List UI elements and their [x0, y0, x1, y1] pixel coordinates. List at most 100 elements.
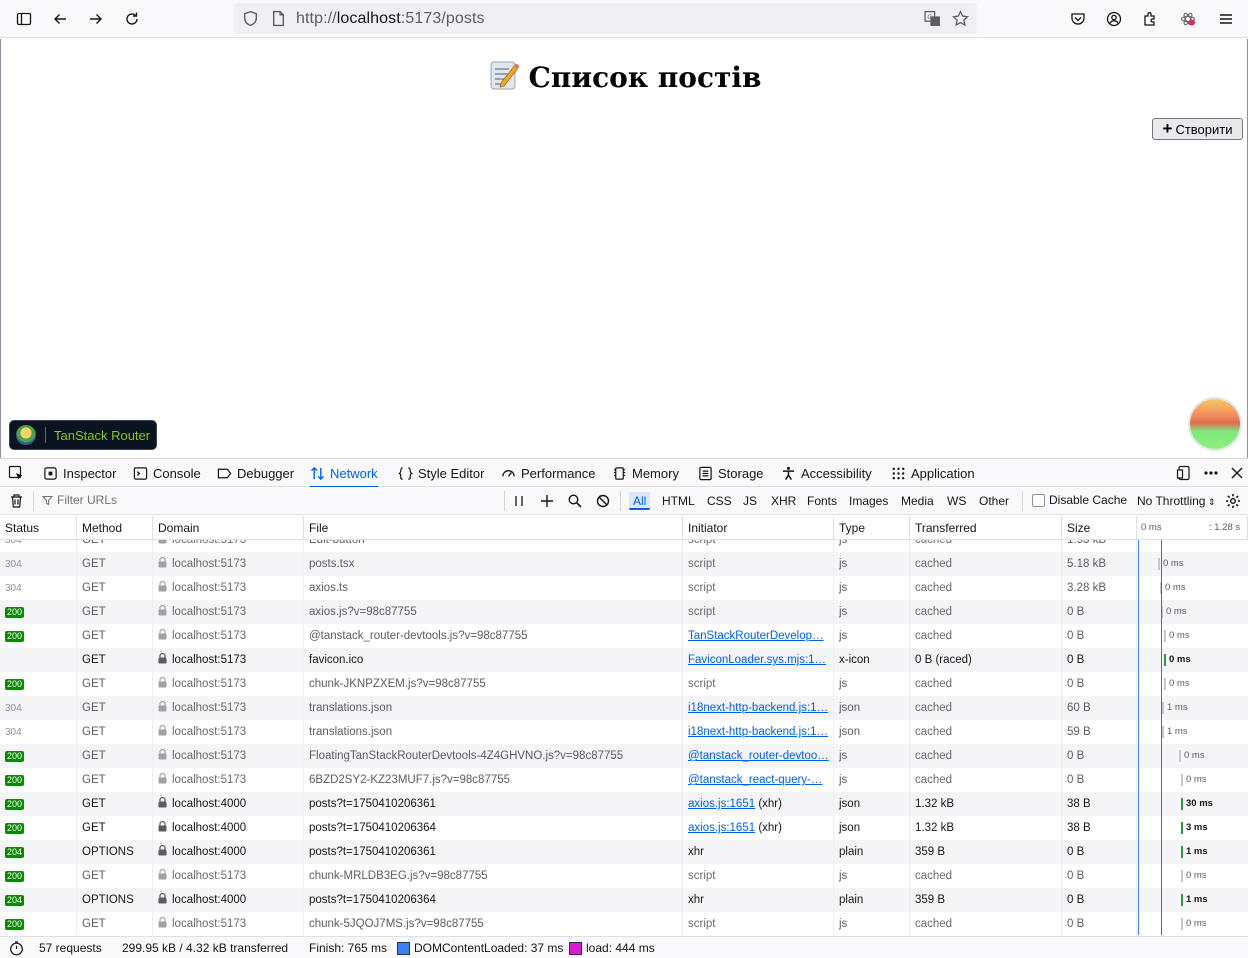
initiator-cell[interactable]: axios.js:1651 (xhr): [683, 816, 834, 840]
filter-other[interactable]: Other: [975, 492, 1013, 510]
column-header-transferred[interactable]: Transferred: [910, 516, 1062, 540]
responsive-design-icon[interactable]: [1176, 465, 1192, 481]
request-row[interactable]: 304 GET localhost:5173 Edit-button script js c…: [0, 540, 1248, 552]
type-cell: plain: [834, 888, 910, 912]
filter-urls-input[interactable]: Filter URLs: [42, 493, 117, 507]
initiator-link[interactable]: i18next-http-backend.js:1…: [688, 726, 828, 738]
reload-icon[interactable]: [119, 6, 145, 32]
filter-js[interactable]: JS: [739, 492, 761, 510]
request-row[interactable]: 200 GET localhost:5173 FloatingTanStackRout…: [0, 744, 1248, 768]
extensions-icon[interactable]: [1137, 6, 1163, 32]
throttling-select[interactable]: No Throttling ⇕: [1137, 494, 1216, 508]
tanstack-router-devtools-button[interactable]: TanStack Router: [9, 420, 157, 450]
shield-icon[interactable]: [242, 10, 259, 27]
tab-network[interactable]: Network: [310, 459, 378, 488]
request-row[interactable]: 200 GET localhost:5173 chunk-MRLDB3EG.js?v=…: [0, 864, 1248, 888]
request-row[interactable]: 200 GET localhost:5173 @tanstack_router-dev…: [0, 624, 1248, 648]
request-row[interactable]: 200 GET localhost:5173 axios.js?v=98c87755 s…: [0, 600, 1248, 624]
initiator-link[interactable]: FaviconLoader.sys.mjs:1…: [688, 654, 826, 666]
translate-icon[interactable]: G: [924, 10, 941, 27]
column-header-domain[interactable]: Domain: [153, 516, 304, 540]
tab-accessibility[interactable]: Accessibility: [781, 459, 872, 487]
filter-xhr[interactable]: XHR: [767, 492, 800, 510]
column-header-method[interactable]: Method: [77, 516, 153, 540]
disable-cache-checkbox[interactable]: Disable Cache: [1032, 493, 1127, 507]
status-badge: 200: [5, 823, 25, 834]
filter-fonts[interactable]: Fonts: [803, 492, 841, 510]
tab-style-editor[interactable]: Style Editor: [398, 459, 484, 487]
initiator-cell[interactable]: i18next-http-backend.js:1…: [683, 720, 834, 744]
waterfall-timing: 30 ms: [1186, 798, 1213, 809]
separator: [504, 491, 505, 511]
filter-css[interactable]: CSS: [703, 492, 736, 510]
column-header-size[interactable]: Size: [1062, 516, 1137, 540]
request-row[interactable]: 200 GET localhost:4000 posts?t=175041020636…: [0, 792, 1248, 816]
request-row[interactable]: 200 GET localhost:5173 6BZD2SY2-KZ23MUF7.js…: [0, 768, 1248, 792]
sidebar-toggle-icon[interactable]: [11, 6, 37, 32]
initiator-cell[interactable]: @tanstack_router-devtoo…: [683, 744, 834, 768]
request-row[interactable]: 304 GET localhost:5173 translations.json i18…: [0, 696, 1248, 720]
request-row[interactable]: 304 GET localhost:5173 posts.tsx script js cac…: [0, 552, 1248, 576]
tab-storage[interactable]: Storage: [698, 459, 764, 487]
tab-console[interactable]: Console: [133, 459, 201, 487]
initiator-link[interactable]: i18next-http-backend.js:1…: [688, 702, 828, 714]
react-query-devtools-button[interactable]: [1190, 399, 1240, 449]
request-row[interactable]: 204 OPTIONS localhost:4000 posts?t=17504102…: [0, 888, 1248, 912]
request-row[interactable]: 304 GET localhost:5173 axios.ts script js cach…: [0, 576, 1248, 600]
column-header-initiator[interactable]: Initiator: [683, 516, 834, 540]
initiator-link[interactable]: @tanstack_router-devtoo…: [688, 750, 829, 762]
tab-memory[interactable]: Memory: [612, 459, 679, 487]
request-row[interactable]: 304 GET localhost:5173 translations.json i18…: [0, 720, 1248, 744]
initiator-cell[interactable]: @tanstack_react-query-…: [683, 768, 834, 792]
close-devtools-icon[interactable]: [1229, 465, 1245, 481]
url-bar[interactable]: http://localhost:5173/posts G: [234, 3, 977, 34]
transferred-cell: 359 B: [910, 840, 1062, 864]
column-header-status[interactable]: Status: [0, 516, 77, 540]
pocket-icon[interactable]: [1065, 6, 1091, 32]
trash-icon[interactable]: [9, 493, 24, 509]
request-row[interactable]: 200 GET localhost:4000 posts?t=175041020636…: [0, 816, 1248, 840]
filter-all[interactable]: All: [629, 492, 651, 510]
initiator-link[interactable]: axios.js:1651: [688, 798, 755, 810]
timer-icon[interactable]: [9, 941, 24, 956]
menu-icon[interactable]: [1213, 6, 1239, 32]
initiator-link[interactable]: @tanstack_react-query-…: [688, 774, 822, 786]
request-row[interactable]: GET localhost:5173 favicon.ico FaviconLoade…: [0, 648, 1248, 672]
request-row[interactable]: 200 GET localhost:5173 chunk-JKNPZXEM.js?v=…: [0, 672, 1248, 696]
add-block-icon[interactable]: [540, 494, 554, 508]
pick-element-icon[interactable]: [8, 465, 24, 481]
bookmark-star-icon[interactable]: [952, 10, 969, 27]
forward-icon[interactable]: [83, 6, 109, 32]
pause-icon[interactable]: [513, 494, 525, 508]
initiator-cell[interactable]: FaviconLoader.sys.mjs:1…: [683, 648, 834, 672]
search-icon[interactable]: [568, 494, 582, 508]
back-icon[interactable]: [47, 6, 73, 32]
tab-performance[interactable]: Performance: [501, 459, 595, 487]
filter-media[interactable]: Media: [897, 492, 938, 510]
settings-gear-icon[interactable]: [1225, 493, 1241, 509]
filter-html[interactable]: HTML: [658, 492, 699, 510]
create-post-button[interactable]: + Створити: [1152, 118, 1243, 140]
checkbox-box[interactable]: [1032, 493, 1045, 507]
react-devtools-icon[interactable]: [1175, 6, 1201, 32]
filter-ws[interactable]: WS: [943, 492, 970, 510]
tab-application[interactable]: Application: [891, 459, 975, 487]
block-icon[interactable]: [596, 494, 610, 508]
column-header-file[interactable]: File: [304, 516, 683, 540]
page-icon[interactable]: [270, 10, 287, 27]
tab-inspector[interactable]: Inspector: [43, 459, 116, 487]
filter-images[interactable]: Images: [845, 492, 892, 510]
column-header-type[interactable]: Type: [834, 516, 910, 540]
tab-debugger[interactable]: Debugger: [217, 459, 294, 487]
request-row[interactable]: 200 GET localhost:5173 chunk-5JQOJ7MS.js?v=…: [0, 912, 1248, 935]
request-row[interactable]: 204 OPTIONS localhost:4000 posts?t=17504102…: [0, 840, 1248, 864]
initiator-cell[interactable]: TanStackRouterDevelop…: [683, 624, 834, 648]
more-options-icon[interactable]: [1203, 465, 1219, 481]
domain-cell: localhost:5173: [153, 768, 304, 792]
initiator-cell[interactable]: i18next-http-backend.js:1…: [683, 696, 834, 720]
initiator-link[interactable]: axios.js:1651: [688, 822, 755, 834]
initiator-link[interactable]: TanStackRouterDevelop…: [688, 630, 824, 642]
waterfall-timing: 0 ms: [1186, 774, 1207, 785]
initiator-cell[interactable]: axios.js:1651 (xhr): [683, 792, 834, 816]
account-icon[interactable]: [1101, 6, 1127, 32]
